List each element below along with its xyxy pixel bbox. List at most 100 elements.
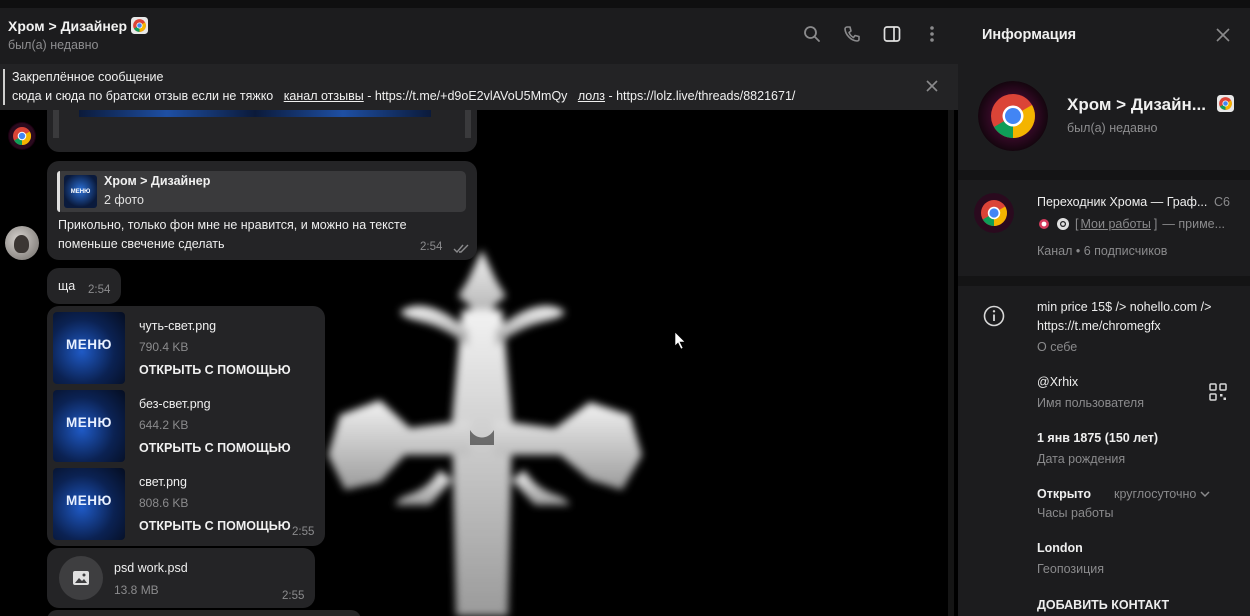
image-frame xyxy=(53,110,59,138)
message-text-line2: поменьше свечение сделать xyxy=(58,237,225,251)
pinned-link-lolz-url[interactable]: - https://lolz.live/threads/8821671/ xyxy=(605,89,795,103)
location-label: Геопозиция xyxy=(1037,562,1105,576)
chrome-emoji-icon xyxy=(1057,218,1069,230)
info-panel: Информация Хром > Дизайн... был(а) недав… xyxy=(958,8,1250,616)
image-message-partial[interactable] xyxy=(47,110,477,152)
file-thumb[interactable]: МЕНЮ xyxy=(53,312,125,384)
section-divider xyxy=(958,170,1250,180)
psd-file-message[interactable]: psd work.psd 13.8 MB 2:55 xyxy=(47,548,315,608)
profile-name-text: Хром > Дизайн... xyxy=(1067,95,1206,114)
reply-message[interactable]: МЕНЮ Хром > Дизайнер 2 фото Прикольно, т… xyxy=(47,161,477,260)
search-icon[interactable] xyxy=(802,24,822,44)
channel-avatar xyxy=(974,193,1014,233)
chat-header: Хром > Дизайнер был(а) недавно xyxy=(0,8,958,64)
add-contact-button[interactable]: ДОБАВИТЬ КОНТАКТ xyxy=(1037,598,1169,612)
username-value[interactable]: @Xrhix xyxy=(1037,375,1078,389)
file-name: свет.png xyxy=(139,475,187,489)
pinned-link-lolz[interactable]: лолз xyxy=(578,89,605,103)
file-thumb[interactable]: МЕНЮ xyxy=(53,468,125,540)
file-size: 808.6 KB xyxy=(139,496,189,510)
channel-subscribers: Канал • 6 подписчиков xyxy=(1037,244,1168,258)
file-thumb[interactable]: МЕНЮ xyxy=(53,390,125,462)
avatar-user-shape xyxy=(14,235,29,253)
hours-status: Открыто xyxy=(1037,487,1092,501)
files-message[interactable]: МЕНЮ чуть-свет.png 790.4 KB ОТКРЫТЬ С ПО… xyxy=(47,306,325,546)
pinned-title: Закреплённое сообщение xyxy=(12,70,164,84)
avatar-user[interactable] xyxy=(5,226,39,260)
file-open-with-button[interactable]: ОТКРЫТЬ С ПОМОЩЬЮ xyxy=(139,519,291,533)
pinned-indicator xyxy=(3,69,5,105)
pinned-link-reviews[interactable]: канал отзывы xyxy=(284,89,364,103)
section-divider xyxy=(958,276,1250,286)
username-label: Имя пользователя xyxy=(1037,396,1144,410)
short-message[interactable]: ща 2:54 xyxy=(47,268,121,304)
reply-author: Хром > Дизайнер xyxy=(104,174,211,188)
avatar-chrome[interactable] xyxy=(8,122,36,150)
read-checks-icon xyxy=(453,244,469,254)
files-message-time: 2:55 xyxy=(292,526,315,538)
pinned-close-icon[interactable] xyxy=(924,78,940,94)
psd-message-time: 2:55 xyxy=(282,590,305,602)
channel-desc-link[interactable]: Мои работы xyxy=(1080,217,1150,231)
more-icon[interactable] xyxy=(922,24,942,44)
profile-status: был(а) недавно xyxy=(1067,121,1158,135)
reply-desc: 2 фото xyxy=(104,193,144,207)
pinned-link-reviews-url[interactable]: - https://t.me/+d9oE2vlAVoU5MmQy xyxy=(364,89,567,103)
profile-name: Хром > Дизайн... xyxy=(1067,95,1234,115)
pinned-message-bar[interactable]: Закреплённое сообщение сюда и сюда по бр… xyxy=(0,64,958,110)
chrome-emoji-icon xyxy=(1216,95,1234,112)
hours-value: круглосуточно xyxy=(1114,487,1197,501)
chat-area[interactable]: МЕНЮ Хром > Дизайнер 2 фото Прикольно, т… xyxy=(0,110,958,616)
image-preview[interactable] xyxy=(79,110,431,117)
hours-label: Часы работы xyxy=(1037,506,1114,520)
file-name: без-свет.png xyxy=(139,397,211,411)
hours-dropdown[interactable]: круглосуточно xyxy=(1114,487,1210,501)
info-title: Информация xyxy=(982,27,1077,43)
message-time: 2:54 xyxy=(420,241,443,253)
sidebar-toggle-icon[interactable] xyxy=(882,24,902,44)
channel-desc-bracket: [ xyxy=(1075,217,1079,231)
image-frame-right xyxy=(465,110,471,138)
image-file-icon xyxy=(73,571,89,585)
chat-scrollbar[interactable] xyxy=(948,110,954,616)
profile-avatar[interactable] xyxy=(978,81,1048,151)
window-top-strip xyxy=(0,0,1250,8)
birthday-label: Дата рождения xyxy=(1037,452,1126,466)
info-header: Информация xyxy=(958,8,1250,64)
sparkle-emoji-icon xyxy=(1039,219,1049,229)
file-thumb-title: МЕНЮ xyxy=(66,493,112,508)
message-text-line1: Прикольно, только фон мне не нравится, и… xyxy=(58,218,407,232)
channel-row[interactable]: Переходник Хрома — Граф... С6 [ Мои рабо… xyxy=(958,180,1250,270)
chat-title-text: Хром > Дизайнер xyxy=(8,17,128,34)
info-close-icon[interactable] xyxy=(1215,27,1231,43)
phone-icon[interactable] xyxy=(842,24,862,44)
next-message-partial[interactable] xyxy=(47,610,361,616)
reply-thumb: МЕНЮ xyxy=(64,175,97,208)
reply-quote[interactable]: МЕНЮ Хром > Дизайнер 2 фото xyxy=(57,171,466,212)
short-message-text: ща xyxy=(58,279,76,293)
file-icon[interactable] xyxy=(59,556,103,600)
qr-code-icon[interactable] xyxy=(1209,383,1227,401)
location-value[interactable]: London xyxy=(1037,541,1083,555)
bio-line2[interactable]: https://t.me/chromegfx xyxy=(1037,319,1161,333)
file-name: чуть-свет.png xyxy=(139,319,217,333)
message-text: Прикольно, только фон мне не нравится, и… xyxy=(58,216,407,254)
birthday-value: 1 янв 1875 (150 лет) xyxy=(1037,431,1159,445)
channel-name: Переходник Хрома — Граф... xyxy=(1037,195,1208,209)
chevron-down-icon xyxy=(1200,491,1210,498)
file-thumb-title: МЕНЮ xyxy=(66,415,112,430)
info-icon xyxy=(983,305,1005,327)
file-open-with-button[interactable]: ОТКРЫТЬ С ПОМОЩЬЮ xyxy=(139,441,291,455)
file-size: 644.2 KB xyxy=(139,418,189,432)
psd-file-name: psd work.psd xyxy=(114,561,188,575)
channel-count: С6 xyxy=(1214,195,1230,209)
file-open-with-button[interactable]: ОТКРЫТЬ С ПОМОЩЬЮ xyxy=(139,363,291,377)
bio-line1[interactable]: min price 15$ /> nohello.com /> xyxy=(1037,300,1211,314)
chat-title[interactable]: Хром > Дизайнер xyxy=(8,17,149,34)
psd-file-size: 13.8 MB xyxy=(114,583,159,597)
channel-desc: [ Мои работы ] — приме... xyxy=(1037,217,1225,231)
pinned-text-prefix: сюда и сюда по братски отзыв если не тяж… xyxy=(12,89,274,103)
short-message-time: 2:54 xyxy=(88,284,111,296)
reply-quote-bar xyxy=(57,171,60,212)
channel-desc-rest: — приме... xyxy=(1162,217,1226,231)
